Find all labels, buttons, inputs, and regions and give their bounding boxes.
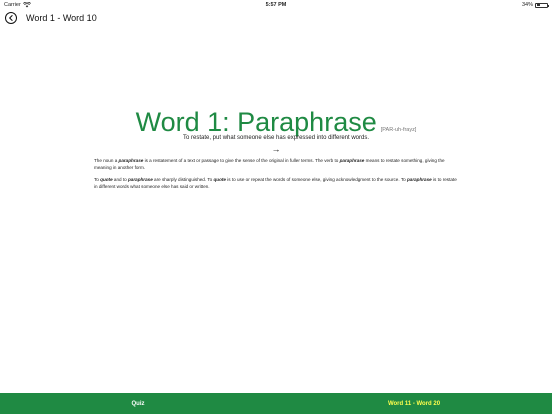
text-segment: is to use or repeat the words of someone… bbox=[225, 177, 407, 182]
next-word-arrow-button[interactable]: → bbox=[0, 144, 552, 154]
text-segment: The noun a bbox=[94, 158, 119, 163]
emphasized-word: paraphrase bbox=[406, 177, 432, 182]
back-button[interactable] bbox=[5, 12, 17, 24]
battery-fill bbox=[536, 4, 541, 6]
arrow-right-icon: → bbox=[271, 144, 281, 154]
word-detail-screen: Carrier 5:57 PM 34% Word 1 - Word 10 Wor… bbox=[0, 0, 552, 414]
explanation-paragraph-1: The noun a paraphrase is a restatement o… bbox=[94, 157, 458, 171]
nav-title: Word 1 - Word 10 bbox=[26, 13, 97, 23]
text-segment: is a restatement of a text or passage to… bbox=[143, 158, 340, 163]
word-title: Word 1: Paraphrase bbox=[135, 107, 377, 137]
word-definition: To restate, put what someone else has ex… bbox=[183, 135, 369, 141]
emphasized-word: paraphrase bbox=[339, 158, 365, 163]
chevron-left-icon bbox=[9, 15, 13, 21]
explanation-paragraph-2: To quote and to paraphrase are sharply d… bbox=[94, 176, 458, 190]
battery-icon bbox=[535, 2, 549, 8]
nav-bar: Word 1 - Word 10 bbox=[0, 10, 552, 30]
battery-percent: 34% bbox=[521, 2, 533, 8]
emphasized-word: quote bbox=[100, 177, 113, 182]
pronunciation: [PAR-uh-frayz] bbox=[380, 127, 417, 133]
status-time: 5:57 PM bbox=[265, 2, 287, 8]
word-heading: Word 1: Paraphrase [PAR-uh-frayz] bbox=[0, 107, 552, 138]
text-segment: and to bbox=[112, 177, 128, 182]
status-right: 34% bbox=[521, 2, 549, 8]
status-bar: Carrier 5:57 PM 34% bbox=[0, 0, 552, 10]
quiz-button[interactable]: Quiz bbox=[0, 393, 276, 414]
emphasized-word: paraphrase bbox=[127, 177, 153, 182]
quiz-label: Quiz bbox=[131, 400, 145, 407]
next-word-range-button[interactable]: Word 11 - Word 20 bbox=[276, 393, 552, 414]
bottom-bar: Quiz Word 11 - Word 20 bbox=[0, 393, 552, 414]
emphasized-word: quote bbox=[213, 177, 226, 182]
next-range-label: Word 11 - Word 20 bbox=[387, 400, 441, 407]
text-segment: are sharply distinguished. To bbox=[152, 177, 214, 182]
emphasized-word: paraphrase bbox=[118, 158, 144, 163]
